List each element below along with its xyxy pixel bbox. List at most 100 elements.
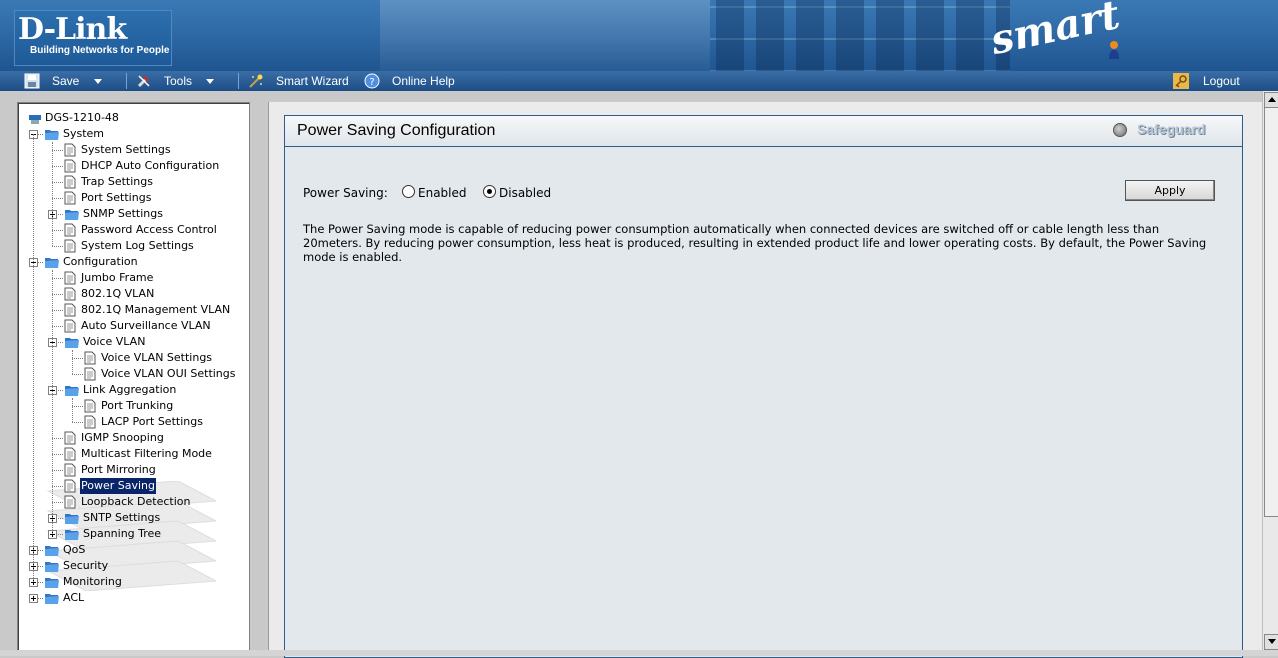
page-icon bbox=[64, 175, 76, 191]
tree-item-label[interactable]: System Settings bbox=[80, 142, 172, 158]
tree-connector bbox=[52, 470, 63, 471]
tree-connector bbox=[72, 374, 83, 375]
smart-wizard-menu[interactable]: Smart Wizard bbox=[248, 71, 354, 91]
tree-item-security[interactable]: Security bbox=[18, 558, 247, 574]
tree-item-label[interactable]: Loopback Detection bbox=[80, 494, 191, 510]
window-bottom-edge bbox=[0, 650, 1278, 656]
tree-item-label[interactable]: Multicast Filtering Mode bbox=[80, 446, 213, 462]
folder-icon bbox=[64, 511, 80, 527]
tree-item-qos[interactable]: QoS bbox=[18, 542, 247, 558]
tree-guide-line bbox=[52, 142, 53, 246]
tree-item-label[interactable]: Auto Surveillance VLAN bbox=[80, 318, 212, 334]
page-icon bbox=[84, 399, 96, 413]
tree-item-label[interactable]: Port Mirroring bbox=[80, 462, 157, 478]
key-icon bbox=[1173, 73, 1189, 89]
page-icon bbox=[64, 463, 76, 479]
tree-item-label[interactable]: QoS bbox=[62, 542, 86, 558]
tree-item-label[interactable]: Voice VLAN bbox=[82, 334, 146, 350]
scrollbar-thumb[interactable] bbox=[1264, 107, 1278, 517]
disabled-radio[interactable] bbox=[483, 185, 496, 198]
tree-item-label[interactable]: LACP Port Settings bbox=[100, 414, 204, 430]
folder-icon bbox=[45, 578, 59, 588]
tree-item-label[interactable]: Monitoring bbox=[62, 574, 123, 590]
page-icon bbox=[64, 191, 76, 205]
tree-item-label[interactable]: Port Settings bbox=[80, 190, 152, 206]
tree-item-configuration[interactable]: Configuration bbox=[18, 254, 247, 270]
safeguard-label: Safeguard bbox=[1137, 121, 1206, 137]
page-icon bbox=[64, 191, 76, 207]
folder-icon bbox=[65, 386, 79, 396]
tree-item-label[interactable]: 802.1Q VLAN bbox=[80, 286, 155, 302]
page-icon bbox=[64, 495, 76, 511]
enabled-radio-label[interactable]: Enabled bbox=[418, 186, 467, 200]
scroll-down-icon[interactable] bbox=[1264, 634, 1278, 650]
tree-connector bbox=[72, 406, 83, 407]
tree-item-label[interactable]: Voice VLAN Settings bbox=[100, 350, 213, 366]
tree-connector bbox=[72, 422, 83, 423]
save-menu-label: Save bbox=[52, 74, 80, 88]
tree-item-label[interactable]: Power Saving bbox=[80, 478, 156, 494]
tree-connector bbox=[52, 502, 63, 503]
tree-item-label[interactable]: System bbox=[62, 126, 105, 142]
tree-guide-line bbox=[52, 270, 53, 534]
tree-connector bbox=[52, 486, 63, 487]
chevron-down-icon bbox=[206, 79, 214, 84]
tree-item-acl[interactable]: ACL bbox=[18, 590, 247, 606]
page-icon bbox=[64, 495, 76, 509]
folder-icon bbox=[45, 546, 59, 556]
tree-item-label[interactable]: Jumbo Frame bbox=[80, 270, 154, 286]
tree-item-label[interactable]: DHCP Auto Configuration bbox=[80, 158, 220, 174]
save-menu[interactable]: Save bbox=[24, 71, 114, 91]
tree-item-label[interactable]: SNMP Settings bbox=[82, 206, 164, 222]
disabled-radio-label[interactable]: Disabled bbox=[499, 186, 551, 200]
page-icon bbox=[64, 271, 76, 285]
tree-connector bbox=[52, 326, 63, 327]
smart-wizard-label: Smart Wizard bbox=[276, 74, 349, 88]
tools-menu[interactable]: Tools bbox=[136, 71, 226, 91]
tree-item-root[interactable]: DGS-1210-48 bbox=[18, 110, 247, 126]
page-icon bbox=[64, 319, 76, 333]
tools-icon bbox=[137, 75, 150, 88]
scroll-up-icon[interactable] bbox=[1264, 92, 1278, 108]
folder-icon bbox=[65, 530, 79, 540]
tree-item-label[interactable]: Configuration bbox=[62, 254, 139, 270]
tree-connector bbox=[52, 166, 63, 167]
tree-item-label[interactable]: SNTP Settings bbox=[82, 510, 161, 526]
logout-menu[interactable]: Logout bbox=[1173, 71, 1253, 91]
folder-icon bbox=[64, 335, 80, 351]
page-icon bbox=[84, 399, 96, 415]
tree-item-label[interactable]: 802.1Q Management VLAN bbox=[80, 302, 231, 318]
folder-icon bbox=[65, 338, 79, 348]
page-icon bbox=[64, 175, 76, 189]
chevron-down-icon bbox=[94, 79, 102, 84]
tree-item-label[interactable]: Trap Settings bbox=[80, 174, 154, 190]
dlink-logo-tagline: Building Networks for People bbox=[30, 45, 170, 56]
navigation-tree: DGS-1210-48 System System Settings DHCP Aut… bbox=[17, 102, 250, 652]
page-icon bbox=[84, 415, 96, 429]
tree-item-label[interactable]: Security bbox=[62, 558, 109, 574]
tree-item-label[interactable]: Link Aggregation bbox=[82, 382, 177, 398]
vertical-scrollbar[interactable] bbox=[1262, 91, 1278, 650]
tree-item-label[interactable]: Port Trunking bbox=[100, 398, 174, 414]
tree-item-label[interactable]: Password Access Control bbox=[80, 222, 218, 238]
tree-item-monitoring[interactable]: Monitoring bbox=[18, 574, 247, 590]
page-icon bbox=[64, 223, 76, 237]
expand-plus-icon[interactable] bbox=[29, 594, 38, 603]
tree-item-label[interactable]: ACL bbox=[62, 590, 85, 606]
panel-header: Power Saving Configuration Safeguard bbox=[285, 116, 1242, 147]
tree-item-label[interactable]: IGMP Snooping bbox=[80, 430, 165, 446]
tree-item-label[interactable]: Spanning Tree bbox=[82, 526, 162, 542]
apply-button[interactable]: Apply bbox=[1125, 180, 1215, 201]
tree-item-label[interactable]: System Log Settings bbox=[80, 238, 195, 254]
tree-item-system[interactable]: System bbox=[18, 126, 247, 142]
folder-icon bbox=[64, 207, 80, 223]
page-icon bbox=[64, 143, 76, 159]
online-help-menu[interactable]: ? Online Help bbox=[364, 71, 464, 91]
enabled-radio[interactable] bbox=[402, 185, 415, 198]
tree-connector bbox=[52, 230, 63, 231]
folder-icon bbox=[64, 527, 80, 543]
tree-item-label[interactable]: DGS-1210-48 bbox=[44, 110, 120, 126]
tree-connector bbox=[52, 198, 63, 199]
tree-item-label[interactable]: Voice VLAN OUI Settings bbox=[100, 366, 237, 382]
tree-connector bbox=[72, 358, 83, 359]
